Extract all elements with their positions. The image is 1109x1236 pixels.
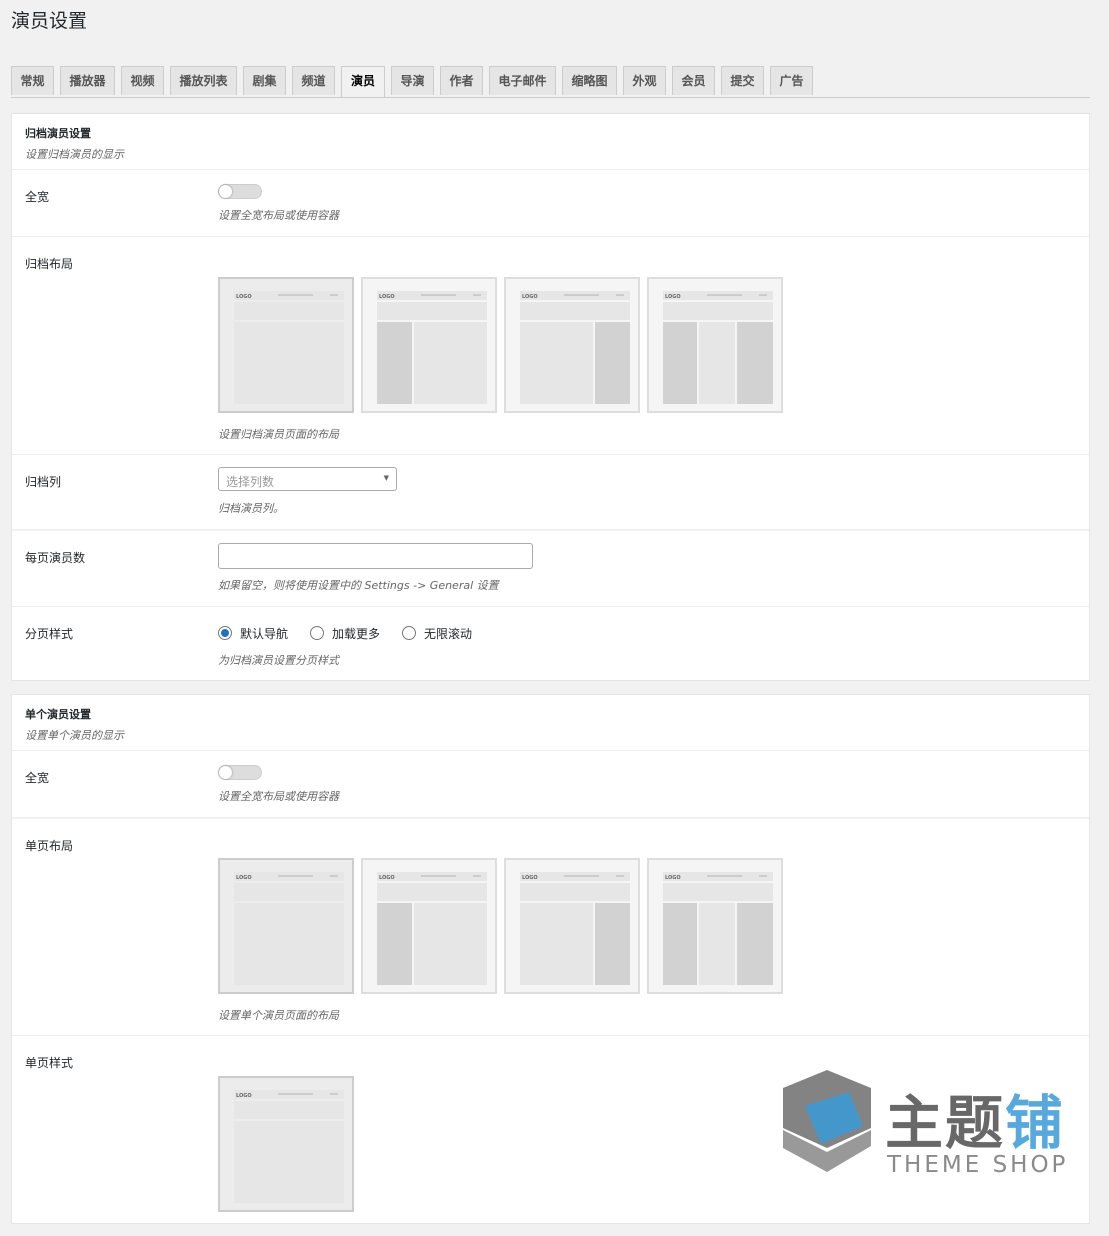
logo-text: LOGO [236,294,252,300]
tab-director[interactable]: 导演 [391,66,434,95]
watermark-subtext: THEME SHOP [887,1152,1069,1178]
pagination-radio-load-more[interactable] [310,626,324,640]
archive-fullwidth-row: 全宽 设置全宽布局或使用容器 [12,169,1089,237]
tab-thumbnail[interactable]: 缩略图 [562,66,617,95]
watermark-text-blue: 铺 [1005,1089,1066,1157]
archive-columns-select[interactable]: 选择列数 ▼ [218,467,397,491]
tab-email[interactable]: 电子邮件 [489,66,556,95]
tab-player[interactable]: 播放器 [60,66,115,95]
settings-tabs: 常规 播放器 视频 播放列表 剧集 频道 演员 导演 作者 电子邮件 缩略图 外… [11,66,1090,98]
watermark-text: 主题铺 [885,1076,1065,1160]
style-option-default[interactable]: LOGO [218,1076,354,1212]
pagination-radio-infinite[interactable] [402,626,416,640]
field-desc: 设置全宽布局或使用容器 [218,790,339,803]
tab-appearance[interactable]: 外观 [623,66,666,95]
layout-option-left-sidebar[interactable]: LOGO [361,858,497,994]
tab-channel[interactable]: 频道 [292,66,335,95]
watermark-text-dark: 主题 [885,1089,1006,1157]
pagination-radio-default[interactable] [218,626,232,640]
layout-option-right-sidebar[interactable]: LOGO [504,277,640,413]
archive-section-header: 归档演员设置 设置归档演员的显示 [25,125,124,162]
page-title: 演员设置 [11,10,88,32]
field-label: 每页演员数 [25,551,86,565]
section-desc: 设置单个演员的显示 [25,729,124,742]
field-desc: 归档演员列。 [218,502,284,515]
tab-video[interactable]: 视频 [121,66,164,95]
tab-playlist[interactable]: 播放列表 [170,66,237,95]
field-label: 全宽 [25,771,50,785]
logo-text: LOGO [665,875,681,881]
layout-option-full[interactable]: LOGO [218,277,354,413]
logo-text: LOGO [522,294,538,300]
tab-submit[interactable]: 提交 [721,66,764,95]
tab-author[interactable]: 作者 [440,66,483,95]
field-label: 分页样式 [25,627,74,641]
logo-text: LOGO [379,294,395,300]
single-layout-row: 单页布局 LOGO LOGO LOGO LOGO 设置单个演员页面的布局 [12,817,1089,1037]
logo-text: LOGO [236,1093,252,1099]
archive-pagination-row: 分页样式 默认导航 加载更多 无限滚动 为归档演员设置分页样式 [12,606,1089,681]
radio-label: 加载更多 [332,627,381,641]
single-fullwidth-row: 全宽 设置全宽布局或使用容器 [12,750,1089,818]
tab-general[interactable]: 常规 [11,66,54,95]
layout-option-both-sidebars[interactable]: LOGO [647,858,783,994]
layout-option-right-sidebar[interactable]: LOGO [504,858,640,994]
tab-membership[interactable]: 会员 [672,66,715,95]
field-desc: 如果留空，则将使用设置中的 Settings -> General 设置 [218,579,499,592]
archive-per-page-input[interactable] [218,543,533,569]
logo-text: LOGO [236,875,252,881]
select-placeholder: 选择列数 [226,475,275,489]
archive-settings-card: 归档演员设置 设置归档演员的显示 全宽 设置全宽布局或使用容器 归档布局 LOG… [11,113,1090,681]
field-desc: 设置归档演员页面的布局 [218,428,339,441]
field-desc: 设置全宽布局或使用容器 [218,209,339,222]
single-section-header: 单个演员设置 设置单个演员的显示 [25,706,124,743]
section-title: 归档演员设置 [25,127,91,140]
single-fullwidth-toggle[interactable] [218,765,262,780]
logo-text: LOGO [522,875,538,881]
layout-option-both-sidebars[interactable]: LOGO [647,277,783,413]
logo-text: LOGO [379,875,395,881]
radio-label: 默认导航 [240,627,289,641]
archive-columns-row: 归档列 选择列数 ▼ 归档演员列。 [12,454,1089,528]
archive-fullwidth-toggle[interactable] [218,184,262,199]
layout-option-left-sidebar[interactable]: LOGO [361,277,497,413]
layout-option-full[interactable]: LOGO [218,858,354,994]
tab-actor[interactable]: 演员 [341,66,385,97]
theme-shop-logo-icon [783,1070,871,1172]
tab-series[interactable]: 剧集 [243,66,286,95]
field-label: 归档列 [25,475,62,489]
radio-label: 无限滚动 [424,627,473,641]
tab-ads[interactable]: 广告 [770,66,813,95]
field-desc: 设置单个演员页面的布局 [218,1009,339,1022]
field-label: 单页布局 [25,839,74,853]
chevron-down-icon: ▼ [383,474,389,482]
theme-shop-watermark: 主题铺 THEME SHOP [775,1068,1085,1183]
archive-per-page-row: 每页演员数 如果留空，则将使用设置中的 Settings -> General … [12,529,1089,608]
field-label: 全宽 [25,190,50,204]
section-title: 单个演员设置 [25,708,91,721]
field-desc: 为归档演员设置分页样式 [218,654,339,667]
archive-layout-row: 归档布局 LOGO LOGO LOGO LOGO 设置归档演员页面的布局 [12,236,1089,455]
section-desc: 设置归档演员的显示 [25,148,124,161]
logo-text: LOGO [665,294,681,300]
field-label: 单页样式 [25,1056,74,1070]
field-label: 归档布局 [25,257,74,271]
